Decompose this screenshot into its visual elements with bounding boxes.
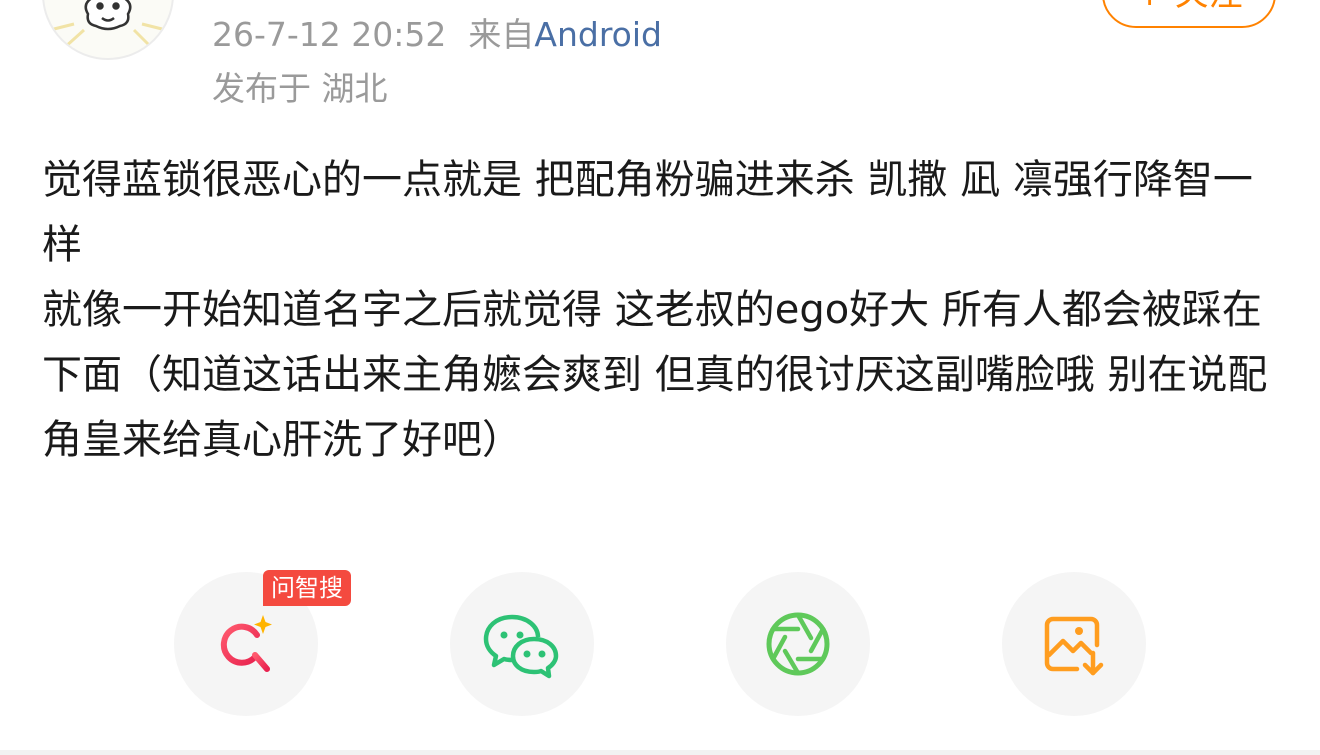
source-prefix: 来自	[468, 15, 535, 54]
avatar[interactable]	[42, 0, 174, 60]
follow-button[interactable]: + 关注	[1102, 0, 1276, 28]
post-body: 觉得蓝锁很恶心的一点就是 把配角粉骗进来杀 凯撒 凪 凛强行降智一样 就像一开始…	[42, 148, 1292, 473]
post-meta: 26-7-12 20:52 来自Android	[212, 15, 662, 55]
share-wechat-button[interactable]	[450, 572, 594, 716]
ai-search-badge: 问智搜	[263, 570, 351, 606]
wechat-icon	[483, 614, 559, 679]
divider	[0, 750, 1320, 755]
save-image-button[interactable]	[1002, 572, 1146, 716]
ai-search-icon	[220, 615, 272, 672]
post-paragraph: 觉得蓝锁很恶心的一点就是 把配角粉骗进来杀 凯撒 凪 凛强行降智一样	[42, 157, 1253, 268]
post-timestamp: 26-7-12 20:52	[212, 15, 447, 54]
post-paragraph: 就像一开始知道名字之后就觉得 这老叔的ego好大 所有人都会被踩在下面（知道这话…	[42, 287, 1268, 463]
source-link[interactable]: Android	[534, 15, 662, 54]
share-moments-button[interactable]	[726, 572, 870, 716]
post-location: 发布于 湖北	[212, 69, 388, 108]
save-image-icon	[1044, 616, 1104, 676]
moments-icon	[766, 612, 830, 676]
